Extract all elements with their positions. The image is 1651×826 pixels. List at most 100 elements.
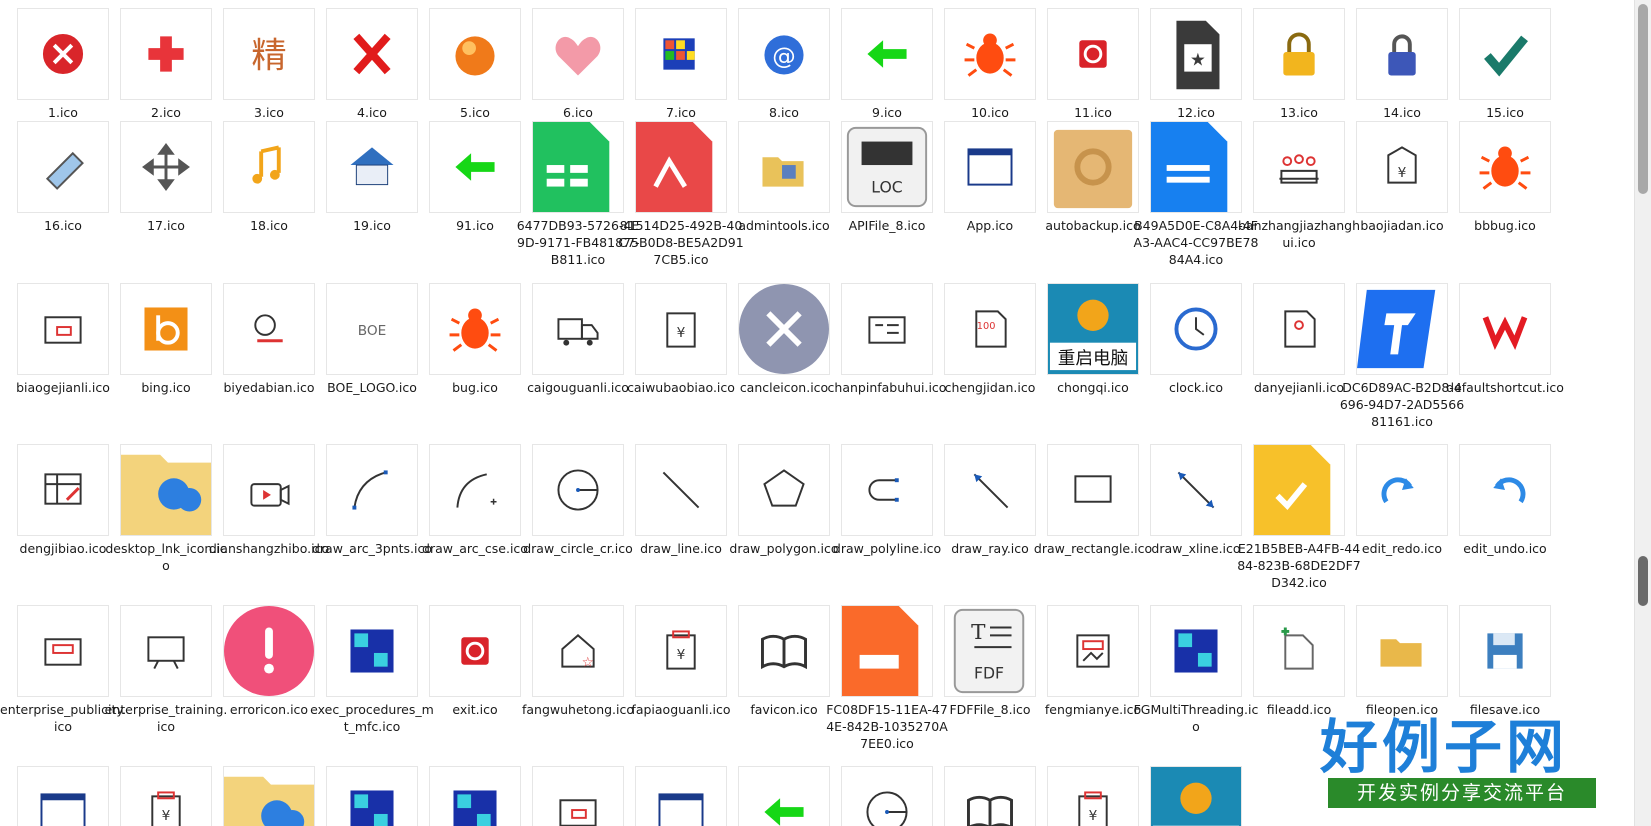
file-name-label: 15.ico bbox=[1486, 105, 1524, 120]
cloud-folder-icon[interactable] bbox=[120, 444, 212, 536]
cubes-icon[interactable] bbox=[429, 766, 521, 826]
pdf-file-icon[interactable] bbox=[635, 121, 727, 213]
svg-text:¥: ¥ bbox=[162, 808, 171, 824]
folder-open-icon[interactable] bbox=[1356, 605, 1448, 697]
svg-text:BOE: BOE bbox=[358, 323, 387, 339]
invoice-icon[interactable]: ¥ bbox=[120, 766, 212, 826]
bug-icon[interactable] bbox=[429, 283, 521, 375]
move-arrows-icon[interactable] bbox=[120, 121, 212, 213]
training-board-icon[interactable] bbox=[120, 605, 212, 697]
bug-icon[interactable] bbox=[1459, 121, 1551, 213]
red-circle-x-icon[interactable] bbox=[17, 8, 109, 100]
document-star-icon[interactable]: ★ bbox=[1150, 8, 1242, 100]
green-arrow-left-icon[interactable] bbox=[429, 121, 521, 213]
svg-text:☆: ☆ bbox=[582, 655, 594, 671]
error-circle-icon[interactable] bbox=[223, 605, 315, 697]
arc-center-icon[interactable] bbox=[429, 444, 521, 536]
cubes-icon[interactable] bbox=[326, 605, 418, 697]
doc-file-icon[interactable] bbox=[1150, 121, 1242, 213]
loc-file-icon[interactable]: LOC bbox=[841, 121, 933, 213]
cubes-icon[interactable] bbox=[326, 766, 418, 826]
magnifier-pen-icon[interactable] bbox=[223, 283, 315, 375]
redo-arrow-icon[interactable] bbox=[1356, 444, 1448, 536]
register-table-icon[interactable] bbox=[17, 444, 109, 536]
svg-text:@: @ bbox=[772, 42, 795, 70]
bug-icon[interactable] bbox=[944, 8, 1036, 100]
svg-text:¥: ¥ bbox=[677, 647, 686, 663]
vertical-scrollbar[interactable] bbox=[1634, 0, 1651, 826]
orange-ball-icon[interactable] bbox=[429, 8, 521, 100]
restart-power-icon[interactable]: 重启电脑 bbox=[1150, 766, 1242, 826]
cubes-icon[interactable] bbox=[1150, 605, 1242, 697]
app-window-icon[interactable] bbox=[944, 121, 1036, 213]
floppy-icon[interactable] bbox=[1459, 605, 1551, 697]
circle-radius-icon[interactable] bbox=[532, 444, 624, 536]
scrollbar-thumb-top[interactable] bbox=[1638, 4, 1648, 194]
rectangle-icon[interactable] bbox=[1047, 444, 1139, 536]
globe-badge-icon[interactable]: @ bbox=[738, 8, 830, 100]
resume-page-icon[interactable] bbox=[1253, 283, 1345, 375]
polyline-icon[interactable] bbox=[841, 444, 933, 536]
rubiks-cube-icon[interactable] bbox=[635, 8, 727, 100]
restart-power-icon[interactable]: 重启电脑 bbox=[1047, 283, 1139, 375]
undo-arrow-icon[interactable] bbox=[1459, 444, 1551, 536]
red-plus-icon[interactable] bbox=[120, 8, 212, 100]
book-icon[interactable] bbox=[738, 605, 830, 697]
power-box-icon[interactable] bbox=[429, 605, 521, 697]
folder-tools-icon[interactable] bbox=[738, 121, 830, 213]
checkmark-icon[interactable] bbox=[1459, 8, 1551, 100]
book-icon[interactable] bbox=[944, 766, 1036, 826]
music-note-icon[interactable] bbox=[223, 121, 315, 213]
fdf-file-icon[interactable]: T FDF bbox=[944, 605, 1036, 697]
cover-page-icon[interactable] bbox=[1047, 605, 1139, 697]
backup-folder-icon[interactable] bbox=[1047, 121, 1139, 213]
app-window-icon[interactable] bbox=[17, 766, 109, 826]
table-card-icon[interactable] bbox=[17, 283, 109, 375]
circle-radius-icon[interactable] bbox=[841, 766, 933, 826]
presentation-card-icon[interactable] bbox=[841, 283, 933, 375]
polygon-icon[interactable] bbox=[738, 444, 830, 536]
spreadsheet-file-icon[interactable] bbox=[532, 121, 624, 213]
slides-file-icon[interactable] bbox=[841, 605, 933, 697]
heart-icon[interactable] bbox=[532, 8, 624, 100]
yuan-document-icon[interactable]: ¥ bbox=[635, 283, 727, 375]
meeting-icon[interactable] bbox=[1253, 121, 1345, 213]
invoice-icon[interactable]: ¥ bbox=[635, 605, 727, 697]
notice-board-icon[interactable] bbox=[17, 605, 109, 697]
app-window-icon[interactable] bbox=[635, 766, 727, 826]
svg-text:¥: ¥ bbox=[1089, 808, 1098, 824]
check-file-icon[interactable] bbox=[1253, 444, 1345, 536]
boe-logo-icon[interactable]: BOE bbox=[326, 283, 418, 375]
cloud-folder-icon[interactable] bbox=[223, 766, 315, 826]
green-arrow-left-icon[interactable] bbox=[738, 766, 830, 826]
eraser-icon[interactable] bbox=[17, 121, 109, 213]
green-arrow-left-icon[interactable] bbox=[841, 8, 933, 100]
clock-icon[interactable] bbox=[1150, 283, 1242, 375]
cancel-circle-icon[interactable] bbox=[738, 283, 830, 375]
padlock-blue-icon[interactable] bbox=[1356, 8, 1448, 100]
file-name-label: defaultshortcut.ico bbox=[1446, 380, 1564, 395]
arc-icon[interactable] bbox=[326, 444, 418, 536]
video-camera-icon[interactable] bbox=[223, 444, 315, 536]
price-tag-icon[interactable]: ¥ bbox=[1356, 121, 1448, 213]
house-contract-icon[interactable]: ☆ bbox=[532, 605, 624, 697]
ray-icon[interactable] bbox=[944, 444, 1036, 536]
wps-logo-icon[interactable] bbox=[1459, 283, 1551, 375]
file-name-label: edit_undo.ico bbox=[1463, 541, 1547, 556]
score-sheet-icon[interactable]: 100 bbox=[944, 283, 1036, 375]
power-box-icon[interactable] bbox=[1047, 8, 1139, 100]
xline-icon[interactable] bbox=[1150, 444, 1242, 536]
truck-icon[interactable] bbox=[532, 283, 624, 375]
bing-logo-icon[interactable] bbox=[120, 283, 212, 375]
file-add-icon[interactable] bbox=[1253, 605, 1345, 697]
invoice-icon[interactable]: ¥ bbox=[1047, 766, 1139, 826]
scrollbar-thumb-marker[interactable] bbox=[1638, 556, 1648, 606]
red-x-icon[interactable] bbox=[326, 8, 418, 100]
table-card-icon[interactable] bbox=[532, 766, 624, 826]
svg-text:100: 100 bbox=[977, 321, 996, 332]
padlock-icon[interactable] bbox=[1253, 8, 1345, 100]
line-icon[interactable] bbox=[635, 444, 727, 536]
blue-arrow-logo-icon[interactable] bbox=[1356, 283, 1448, 375]
jing-character-icon[interactable]: 精 bbox=[223, 8, 315, 100]
house-icon[interactable] bbox=[326, 121, 418, 213]
